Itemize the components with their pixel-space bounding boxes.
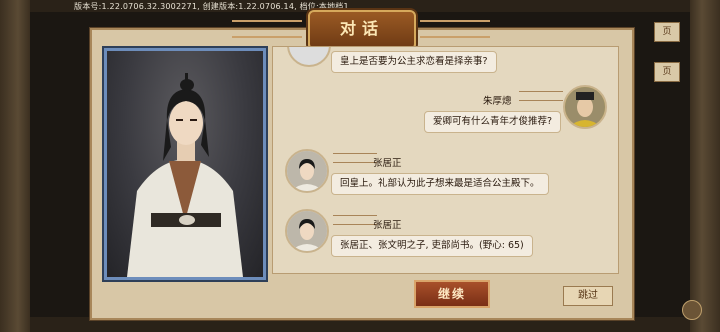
chat-log[interactable]: 皇上是否要为公主求恋看是择亲事? 朱厚熜 爱卿可有什么青年才俊推荐? 张居正 回…: [272, 46, 619, 274]
speaker-name: 张居正: [373, 158, 402, 169]
zhang-juzheng-avatar: [285, 149, 329, 193]
minister-avatar: [287, 47, 331, 67]
speaker-ornament: [333, 153, 377, 163]
character-portrait: [102, 46, 268, 282]
side-tab-2[interactable]: 页: [654, 62, 680, 82]
background-right-ornament: [690, 0, 720, 332]
version-info: 版本号:1.22.0706.32.3002271, 创建版本:1.22.0706…: [74, 2, 349, 11]
title-ornament-left: [232, 20, 302, 38]
title-ornament-right: [420, 20, 490, 38]
skip-button[interactable]: 跳过: [563, 286, 613, 306]
continue-button[interactable]: 继续: [414, 280, 490, 308]
zhang-juzheng-avatar: [285, 209, 329, 253]
message-bubble: 皇上是否要为公主求恋看是择亲事?: [331, 51, 497, 73]
scholar-figure-icon: [127, 73, 243, 277]
dialog-title-plaque: 对话: [308, 10, 416, 50]
corner-ornament-icon: [682, 300, 702, 320]
speaker-name: 朱厚熜: [483, 96, 512, 107]
message-bubble: 张居正、张文明之子, 吏部尚书。(野心: 65): [331, 235, 533, 257]
speaker-ornament: [333, 215, 377, 225]
message-bubble: 回皇上。礼部认为此子想来最是适合公主殿下。: [331, 173, 549, 195]
emperor-avatar: [563, 85, 607, 129]
speaker-ornament: [519, 91, 563, 101]
background-left-ornament: [0, 0, 30, 332]
dialog-title: 对话: [339, 19, 384, 38]
speaker-name: 张居正: [373, 220, 402, 231]
message-bubble: 爱卿可有什么青年才俊推荐?: [424, 111, 562, 133]
side-tab-1[interactable]: 页: [654, 22, 680, 42]
